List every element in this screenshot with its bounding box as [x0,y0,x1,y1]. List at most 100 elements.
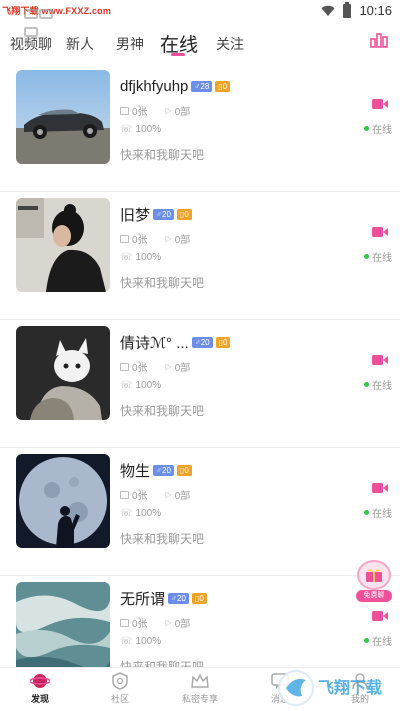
user-name: 物生 [120,462,151,480]
video-count: 0部 [174,491,191,502]
video-camera-icon[interactable] [372,226,388,238]
gender-age-badge: ♂20 [153,464,174,476]
brand-watermark-text: 飞翔下载 [318,678,382,697]
wifi-icon [321,5,335,16]
photo-count: 0张 [132,363,148,374]
invite-text: 快来和我聊天吧 [120,148,205,162]
user-name: 倩诗ℳ° ... [120,334,189,352]
video-count: 0部 [174,235,191,246]
bar-chart-icon[interactable] [370,32,388,48]
photo-count: 0张 [132,491,148,502]
list-item[interactable]: 物生 ♂20 ▯ 0 0张 ▷ 0部 ☏ 100% 快来和我聊天吧 在线 [0,448,400,576]
user-name: 无所谓 [120,590,166,608]
clock: 10:16 [359,3,392,18]
level-badge: ▯ 0 [176,464,192,476]
list-item[interactable]: dfjkhfyuhp ♂28 ▯ 0 0张 ▷ 0部 ☏ 100% 快来和我聊天吧 在… [0,64,400,192]
nav-label: 社区 [110,694,129,704]
invite-text: 快来和我聊天吧 [120,532,205,546]
tab-male-gods[interactable]: 男神 [116,34,144,54]
gender-age-badge: ♂20 [191,336,213,348]
nav-community[interactable]: 社区 [85,672,155,705]
online-dot [364,254,369,259]
user-name: 旧梦 [120,206,151,224]
battery-icon [343,1,352,18]
video-count: 0部 [174,619,191,630]
video-count: 0部 [174,363,191,374]
nav-label: 私密专享 [181,694,218,704]
notification-icons [24,6,68,37]
online-status: 在线 [372,637,392,648]
list-item[interactable]: 无所谓 ♂20 ▯ 0 0张 ▷ 0部 ☏ 100% 快来和我聊天吧 在线 [0,576,400,667]
level-badge: ▯ 0 [215,336,231,348]
avatar[interactable] [16,198,110,292]
play-icon: ▷ [165,618,172,627]
user-name: dfjkhfyuhp [120,77,189,95]
play-icon: ▷ [165,362,172,371]
level-badge: ▯ 0 [191,592,207,604]
gender-age-badge: ♂20 [153,208,174,220]
top-tabs: 视频聊 新人 男神 在线 关注 [0,26,400,62]
photo-icon [120,362,129,371]
free-chat-float-button[interactable]: 免费聊 [356,560,392,604]
reply-rate: 100% [135,636,162,647]
brand-watermark: 飞翔下载 [278,670,382,706]
online-status: 在线 [372,509,392,520]
photo-count: 0张 [132,235,148,246]
online-dot [364,510,369,515]
invite-text: 快来和我聊天吧 [120,660,205,667]
tab-video-chat[interactable]: 视频聊 [10,34,52,54]
play-icon: ▷ [165,106,172,115]
video-count: 0部 [174,107,191,118]
photo-icon [120,490,129,499]
online-dot [364,126,369,131]
reply-icon: ☏ [120,636,133,647]
play-icon: ▷ [165,490,172,499]
photo-icon [120,234,129,243]
planet-icon [30,674,50,688]
video-camera-icon[interactable] [372,482,388,494]
list-item[interactable]: 旧梦 ♂20 ▯ 0 0张 ▷ 0部 ☏ 100% 快来和我聊天吧 在线 [0,192,400,320]
avatar[interactable] [16,70,110,164]
nav-discover[interactable]: 发现 [5,672,75,705]
level-badge: ▯ 0 [215,80,231,92]
avatar[interactable] [16,582,110,667]
shield-icon [112,672,128,690]
photo-count: 0张 [132,107,148,118]
level-badge: ▯ 0 [176,208,192,220]
status-bar: 飞翔下载 www.FXXZ.com 10:16 [0,0,400,37]
photo-icon [120,618,129,627]
nav-private[interactable]: 私密专享 [165,672,235,705]
gift-icon [357,560,391,590]
invite-text: 快来和我聊天吧 [120,276,205,290]
online-user-list: dfjkhfyuhp ♂28 ▯ 0 0张 ▷ 0部 ☏ 100% 快来和我聊天吧 在… [0,64,400,667]
tab-indicator [171,53,185,56]
free-chat-label: 免费聊 [356,590,392,602]
tab-new[interactable]: 新人 [66,34,94,54]
nav-label: 发现 [30,694,49,704]
online-status: 在线 [372,125,392,136]
reply-rate: 100% [135,124,162,135]
video-camera-icon[interactable] [372,354,388,366]
invite-text: 快来和我聊天吧 [120,404,205,418]
list-item[interactable]: 倩诗ℳ° ... ♂20 ▯ 0 0张 ▷ 0部 ☏ 100% 快来和我聊天吧 在线 [0,320,400,448]
gender-age-badge: ♂20 [168,592,189,604]
video-camera-icon[interactable] [372,610,388,622]
gender-age-badge: ♂28 [191,80,213,92]
avatar[interactable] [16,454,110,548]
online-dot [364,382,369,387]
avatar[interactable] [16,326,110,420]
reply-icon: ☏ [120,124,133,135]
reply-rate: 100% [135,380,162,391]
tab-following[interactable]: 关注 [216,34,244,54]
reply-icon: ☏ [120,508,133,519]
online-dot [364,638,369,643]
photo-icon [120,106,129,115]
reply-icon: ☏ [120,252,133,263]
reply-rate: 100% [135,252,162,263]
online-status: 在线 [372,381,392,392]
video-camera-icon[interactable] [372,98,388,110]
reply-rate: 100% [135,508,162,519]
reply-icon: ☏ [120,380,133,391]
photo-count: 0张 [132,619,148,630]
online-status: 在线 [372,253,392,264]
